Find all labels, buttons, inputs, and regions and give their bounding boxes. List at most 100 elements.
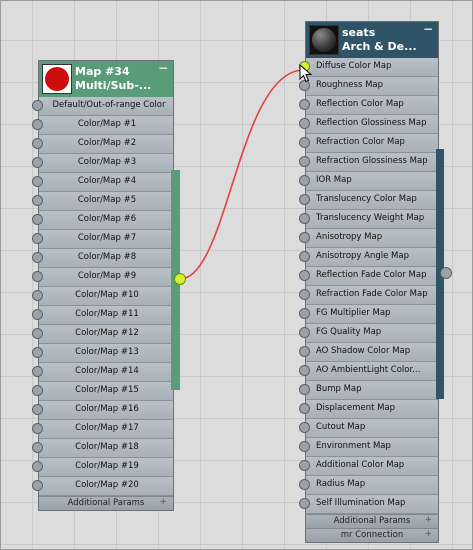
input-socket[interactable] xyxy=(299,308,310,319)
input-socket[interactable] xyxy=(32,442,43,453)
input-row[interactable]: Color/Map #15 xyxy=(32,382,173,401)
input-socket[interactable] xyxy=(32,480,43,491)
input-row[interactable]: Refraction Color Map xyxy=(299,134,438,153)
expand-icon[interactable]: + xyxy=(424,529,432,539)
input-socket[interactable] xyxy=(299,460,310,471)
input-socket[interactable] xyxy=(299,270,310,281)
output-socket[interactable] xyxy=(174,273,186,285)
input-row[interactable]: Anisotropy Map xyxy=(299,229,438,248)
map-node-multi-sub[interactable]: Map #34 Multi/Sub-... − Default/Out-of-r… xyxy=(32,60,174,511)
input-socket[interactable] xyxy=(299,213,310,224)
input-socket[interactable] xyxy=(299,194,310,205)
input-row[interactable]: Color/Map #18 xyxy=(32,439,173,458)
collapse-button[interactable]: − xyxy=(423,22,433,36)
input-socket[interactable] xyxy=(299,384,310,395)
input-row[interactable]: Color/Map #17 xyxy=(32,420,173,439)
input-socket[interactable] xyxy=(32,119,43,130)
input-row[interactable]: Displacement Map xyxy=(299,400,438,419)
input-row[interactable]: Translucency Weight Map xyxy=(299,210,438,229)
input-socket[interactable] xyxy=(299,289,310,300)
input-socket[interactable] xyxy=(299,479,310,490)
input-row[interactable]: Bump Map xyxy=(299,381,438,400)
input-row[interactable]: Color/Map #2 xyxy=(32,135,173,154)
input-row[interactable]: Self Illumination Map xyxy=(299,495,438,514)
expand-icon[interactable]: + xyxy=(159,497,167,507)
input-row[interactable]: Reflection Fade Color Map xyxy=(299,267,438,286)
input-row[interactable]: Color/Map #12 xyxy=(32,325,173,344)
footer-additional-params[interactable]: Additional Params + xyxy=(306,514,438,528)
footer-additional-params[interactable]: Additional Params + xyxy=(39,496,173,510)
input-socket[interactable] xyxy=(32,309,43,320)
expand-icon[interactable]: + xyxy=(424,515,432,525)
input-row[interactable]: AO AmbientLight Color... xyxy=(299,362,438,381)
input-row[interactable]: Color/Map #9 xyxy=(32,268,173,287)
input-row[interactable]: Diffuse Color Map xyxy=(299,58,438,77)
input-row[interactable]: Environment Map xyxy=(299,438,438,457)
input-row[interactable]: Translucency Color Map xyxy=(299,191,438,210)
collapse-button[interactable]: − xyxy=(158,61,168,75)
input-row[interactable]: FG Quality Map xyxy=(299,324,438,343)
material-node-arch-design[interactable]: seats Arch & De... − Diffuse Color Map Ro… xyxy=(299,21,439,543)
input-row[interactable]: Reflection Color Map xyxy=(299,96,438,115)
input-row[interactable]: AO Shadow Color Map xyxy=(299,343,438,362)
input-row[interactable]: Color/Map #20 xyxy=(32,477,173,496)
input-row[interactable]: Refraction Fade Color Map xyxy=(299,286,438,305)
input-socket[interactable] xyxy=(32,404,43,415)
input-row[interactable]: Reflection Glossiness Map xyxy=(299,115,438,134)
input-socket[interactable] xyxy=(299,232,310,243)
input-socket[interactable] xyxy=(32,214,43,225)
input-row[interactable]: Anisotropy Angle Map xyxy=(299,248,438,267)
node-header[interactable]: seats Arch & De... − xyxy=(306,22,438,58)
input-row[interactable]: Color/Map #7 xyxy=(32,230,173,249)
input-socket[interactable] xyxy=(299,498,310,509)
input-row[interactable]: Roughness Map xyxy=(299,77,438,96)
input-socket[interactable] xyxy=(299,137,310,148)
input-row[interactable]: Color/Map #10 xyxy=(32,287,173,306)
output-socket[interactable] xyxy=(440,267,452,279)
input-socket[interactable] xyxy=(32,423,43,434)
input-socket[interactable] xyxy=(299,175,310,186)
input-socket[interactable] xyxy=(299,118,310,129)
input-row[interactable]: Radius Map xyxy=(299,476,438,495)
input-socket[interactable] xyxy=(32,366,43,377)
input-row[interactable]: Color/Map #19 xyxy=(32,458,173,477)
input-row[interactable]: Color/Map #8 xyxy=(32,249,173,268)
input-row[interactable]: Color/Map #6 xyxy=(32,211,173,230)
input-row[interactable]: Default/Out-of-range Color xyxy=(32,97,173,116)
input-row[interactable]: FG Multiplier Map xyxy=(299,305,438,324)
input-row[interactable]: Color/Map #14 xyxy=(32,363,173,382)
node-editor-canvas[interactable]: Map #34 Multi/Sub-... − Default/Out-of-r… xyxy=(0,0,473,550)
input-socket[interactable] xyxy=(32,461,43,472)
input-socket[interactable] xyxy=(299,251,310,262)
input-socket[interactable] xyxy=(32,157,43,168)
input-socket[interactable] xyxy=(32,176,43,187)
input-socket[interactable] xyxy=(299,403,310,414)
input-row[interactable]: Color/Map #16 xyxy=(32,401,173,420)
input-socket[interactable] xyxy=(32,347,43,358)
input-socket[interactable] xyxy=(32,195,43,206)
input-row[interactable]: Cutout Map xyxy=(299,419,438,438)
input-row[interactable]: Color/Map #13 xyxy=(32,344,173,363)
input-socket[interactable] xyxy=(299,422,310,433)
input-socket[interactable] xyxy=(299,346,310,357)
input-socket[interactable] xyxy=(299,327,310,338)
input-socket[interactable] xyxy=(32,290,43,301)
input-row[interactable]: IOR Map xyxy=(299,172,438,191)
footer-mr-connection[interactable]: mr Connection + xyxy=(306,528,438,542)
input-socket[interactable] xyxy=(32,252,43,263)
input-row[interactable]: Color/Map #11 xyxy=(32,306,173,325)
input-socket[interactable] xyxy=(299,365,310,376)
input-row[interactable]: Color/Map #1 xyxy=(32,116,173,135)
input-row[interactable]: Color/Map #5 xyxy=(32,192,173,211)
input-socket[interactable] xyxy=(299,156,310,167)
input-socket[interactable] xyxy=(32,385,43,396)
node-header[interactable]: Map #34 Multi/Sub-... − xyxy=(39,61,173,97)
input-row[interactable]: Color/Map #4 xyxy=(32,173,173,192)
input-row[interactable]: Additional Color Map xyxy=(299,457,438,476)
input-socket[interactable] xyxy=(299,99,310,110)
input-socket[interactable] xyxy=(32,138,43,149)
input-socket[interactable] xyxy=(32,233,43,244)
input-socket[interactable] xyxy=(32,271,43,282)
input-socket[interactable] xyxy=(32,328,43,339)
input-socket[interactable] xyxy=(299,441,310,452)
